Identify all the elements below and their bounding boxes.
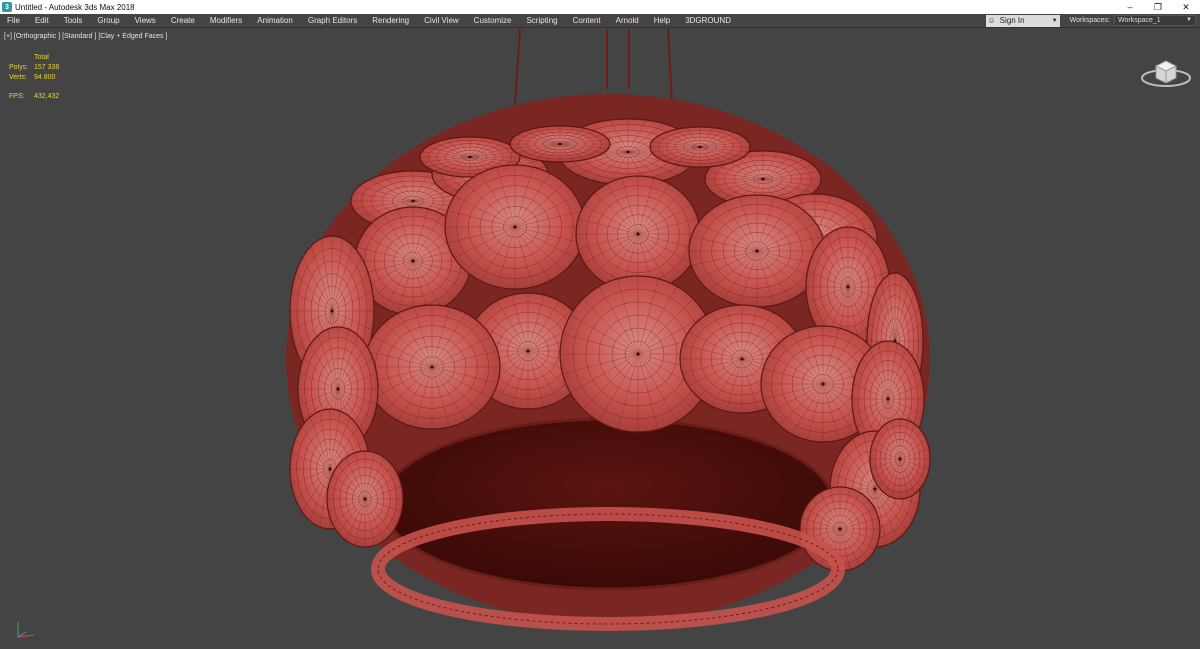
workspace-select[interactable]: Workspace_1 ▼ [1114, 15, 1196, 26]
axis-tripod-icon [17, 622, 35, 638]
lamp-disc [869, 418, 931, 500]
chevron-down-icon: ▼ [1186, 17, 1192, 23]
viewcube-icon[interactable] [1138, 54, 1194, 88]
menu-bar: File Edit Tools Group Views Create Modif… [0, 14, 1200, 28]
viewport-label[interactable]: [+] [Orthographic ] [Standard ] [Clay + … [4, 33, 167, 40]
lamp-disc [688, 194, 826, 308]
restore-button[interactable]: ❐ [1144, 0, 1172, 14]
lamp-disc [649, 126, 751, 168]
lamp-disc [363, 304, 501, 430]
menu-3dground[interactable]: 3DGROUND [678, 14, 739, 28]
menu-civil-view[interactable]: Civil View [417, 14, 467, 28]
menu-group[interactable]: Group [90, 14, 127, 28]
sign-in-label: Sign In [999, 16, 1025, 25]
menu-animation[interactable]: Animation [250, 14, 301, 28]
3d-scene-lamp-model[interactable] [0, 29, 1200, 649]
menu-help[interactable]: Help [647, 14, 678, 28]
menu-file[interactable]: File [0, 14, 28, 28]
polys-label: Polys: [9, 64, 29, 71]
perspective-viewport[interactable]: [+] [Orthographic ] [Standard ] [Clay + … [0, 29, 1200, 649]
lamp-disc [444, 164, 586, 290]
statistics-overlay: Total Polys: 157 338 Verts: 94 800 FPS: … [9, 53, 59, 102]
verts-label: Verts: [9, 74, 27, 81]
close-button[interactable]: ✕ [1172, 0, 1200, 14]
fps-label: FPS: [9, 93, 25, 100]
stats-header: Total [34, 54, 49, 61]
menu-content[interactable]: Content [566, 14, 609, 28]
verts-value: 94 800 [34, 74, 56, 81]
menu-create[interactable]: Create [164, 14, 203, 28]
polys-value: 157 338 [34, 64, 60, 71]
sign-in-dropdown[interactable]: ☺ Sign In ▼ [985, 14, 1060, 27]
menu-customize[interactable]: Customize [467, 14, 520, 28]
fps-value: 432,432 [34, 93, 60, 100]
workspaces-label: Workspaces: [1069, 17, 1110, 24]
minimize-button[interactable]: – [1116, 0, 1144, 14]
menu-modifiers[interactable]: Modifiers [203, 14, 250, 28]
3ds-max-icon[interactable]: 3 [2, 2, 12, 12]
lamp-opening [381, 417, 835, 591]
window-title: Untitled - Autodesk 3ds Max 2018 [15, 2, 135, 12]
chevron-down-icon: ▼ [1051, 17, 1058, 24]
menu-rendering[interactable]: Rendering [365, 14, 417, 28]
lamp-disc [509, 125, 611, 163]
menu-tools[interactable]: Tools [57, 14, 91, 28]
title-bar: 3 Untitled - Autodesk 3ds Max 2018 – ❐ ✕ [0, 0, 1200, 14]
lamp-disc [575, 175, 701, 293]
menu-edit[interactable]: Edit [28, 14, 57, 28]
menu-views[interactable]: Views [128, 14, 164, 28]
suspension-wires [514, 29, 673, 105]
menu-graph-editors[interactable]: Graph Editors [301, 14, 365, 28]
lamp-disc [326, 450, 404, 548]
menu-scripting[interactable]: Scripting [519, 14, 565, 28]
workspace-value: Workspace_1 [1118, 17, 1161, 24]
user-icon: ☺ [987, 16, 996, 25]
menu-arnold[interactable]: Arnold [609, 14, 647, 28]
